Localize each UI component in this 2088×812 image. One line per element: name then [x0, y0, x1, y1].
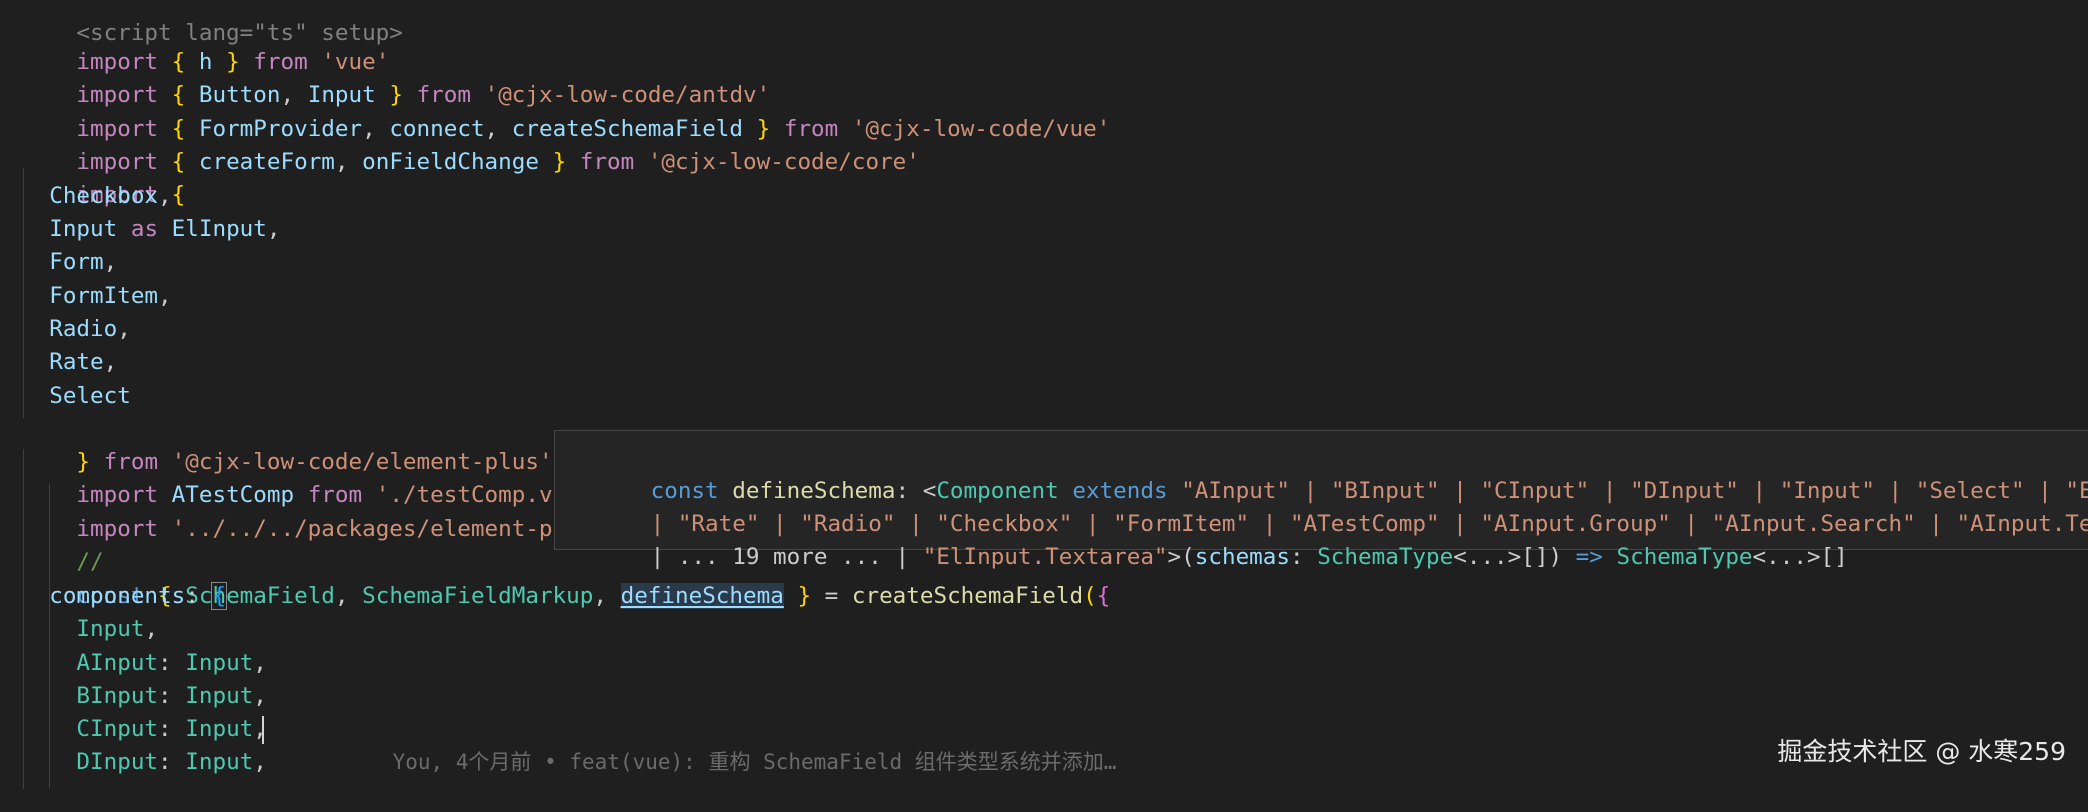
punctuation: , — [266, 216, 281, 242]
punctuation: , — [158, 183, 172, 209]
arrow: => — [1575, 544, 1603, 570]
identifier: Input — [76, 616, 145, 642]
identifier: Checkbox — [49, 183, 159, 209]
code-line-2[interactable]: import { Button, Input } from '@cjx-low-… — [22, 46, 770, 108]
git-blame-annotation: You, 4个月前 • feat(vue): 重构 SchemaField 组件… — [342, 713, 1117, 774]
code-line-11[interactable]: Rate, — [22, 346, 117, 379]
watermark: 掘金技术社区 @ 水寒259 — [1777, 737, 2066, 766]
identifier: Select — [49, 383, 131, 409]
punctuation: , — [253, 650, 267, 676]
punctuation: , — [103, 349, 118, 375]
code-line-3[interactable]: import { FormProvider, connect, createSc… — [22, 80, 1110, 142]
punctuation: : — [1289, 544, 1318, 570]
code-line-20[interactable]: AInput: Input, — [22, 647, 267, 680]
punctuation: ) — [1548, 544, 1576, 570]
identifier: Input — [185, 650, 254, 676]
property-key: components — [49, 583, 186, 609]
identifier: createForm — [198, 149, 335, 175]
punctuation: , — [158, 283, 172, 309]
text-cursor — [262, 716, 264, 744]
punctuation: | ... 19 more ... | — [650, 544, 923, 570]
keyword: from — [579, 149, 635, 175]
hover-line-3: | ... 19 more ... | "ElInput.Textarea">(… — [569, 508, 1848, 570]
type-literal: "ElInput.Textarea" — [922, 544, 1168, 570]
punctuation: , — [253, 683, 267, 709]
code-line-1[interactable]: import { h } from 'vue' — [22, 13, 389, 75]
punctuation — [1603, 544, 1617, 570]
param-name: schemas — [1194, 544, 1290, 570]
code-line-16[interactable]: // — [22, 513, 103, 575]
hover-line-1: const defineSchema: <Component extends "… — [569, 442, 2088, 504]
identifier: SchemaFieldMarkup — [362, 583, 594, 609]
code-line-5[interactable]: import { — [22, 146, 185, 208]
code-line-14[interactable]: import ATestComp from './testComp.vue' — [22, 446, 593, 508]
identifier: FormItem — [49, 283, 159, 309]
identifier: Input — [185, 683, 254, 709]
hover-line-2: | "Rate" | "Radio" | "Checkbox" | "FormI… — [569, 475, 2088, 537]
type-name: SchemaType — [1317, 544, 1454, 570]
identifier: Radio — [49, 316, 118, 342]
punctuation: >( — [1167, 544, 1195, 570]
brace: } — [552, 149, 567, 175]
property-key: AInput — [76, 650, 159, 676]
identifier: Form — [49, 249, 104, 275]
code-line-22[interactable]: CInput: Input, — [22, 713, 267, 746]
brace: } — [797, 583, 812, 609]
punctuation: <...>[] — [1453, 544, 1549, 570]
code-line-6[interactable]: Checkbox, — [22, 180, 172, 213]
hovered-identifier[interactable]: defineSchema — [620, 583, 784, 609]
identifier: Input — [185, 749, 254, 775]
string: '@cjx-low-code/core' — [647, 149, 920, 175]
punctuation: : — [158, 683, 186, 709]
punctuation: , — [334, 583, 363, 609]
identifier: Rate — [49, 349, 104, 375]
type-name: SchemaType — [1616, 544, 1753, 570]
code-line-13[interactable]: } from '@cjx-low-code/element-plus' — [22, 413, 552, 475]
code-line-18[interactable]: components: { — [22, 580, 228, 613]
brace: { — [1096, 583, 1111, 609]
hover-tooltip[interactable]: const defineSchema: <Component extends "… — [554, 430, 2088, 570]
code-line-19[interactable]: Input, — [22, 613, 158, 646]
code-line-8[interactable]: Form, — [22, 246, 117, 279]
code-line-7[interactable]: Input as ElInput, — [22, 213, 281, 246]
punctuation: : — [158, 716, 186, 742]
code-line-4[interactable]: import { createForm, onFieldChange } fro… — [22, 113, 919, 175]
punctuation: : — [158, 650, 186, 676]
punctuation: , — [103, 249, 118, 275]
keyword: as — [130, 216, 159, 242]
identifier: ElInput — [171, 216, 267, 242]
function-call: createSchemaField — [851, 583, 1084, 609]
code-line-9[interactable]: FormItem, — [22, 280, 172, 313]
brace: { — [171, 182, 186, 208]
code-editor[interactable]: <script lang="ts" setup> import { h } fr… — [0, 0, 2088, 789]
identifier: Input — [185, 716, 254, 742]
identifier: onFieldChange — [362, 149, 539, 175]
git-blame-text: You, 4个月前 • feat(vue): 重构 SchemaField 组件… — [392, 750, 1117, 774]
punctuation: : — [158, 749, 186, 775]
punctuation: = — [811, 583, 852, 609]
code-line-10[interactable]: Radio, — [22, 313, 131, 346]
code-line-23[interactable]: DInput: Input, — [22, 746, 267, 779]
punctuation: , — [117, 316, 131, 342]
punctuation: <...>[] — [1752, 544, 1848, 570]
code-line-15[interactable]: import '../../../packages/element-plus/d — [22, 480, 620, 542]
property-key: CInput — [76, 716, 159, 742]
punctuation: , — [253, 749, 267, 775]
property-key: BInput — [76, 683, 159, 709]
code-line-12[interactable]: Select — [22, 380, 131, 413]
paren: ( — [1083, 583, 1097, 609]
punctuation: , — [253, 716, 267, 742]
punctuation: : — [185, 583, 213, 609]
identifier: Input — [49, 216, 118, 242]
property-key: DInput — [76, 749, 159, 775]
brace: { — [211, 582, 228, 610]
punctuation: , — [144, 616, 159, 642]
code-line-21[interactable]: BInput: Input, — [22, 680, 267, 713]
punctuation: , — [334, 149, 363, 175]
